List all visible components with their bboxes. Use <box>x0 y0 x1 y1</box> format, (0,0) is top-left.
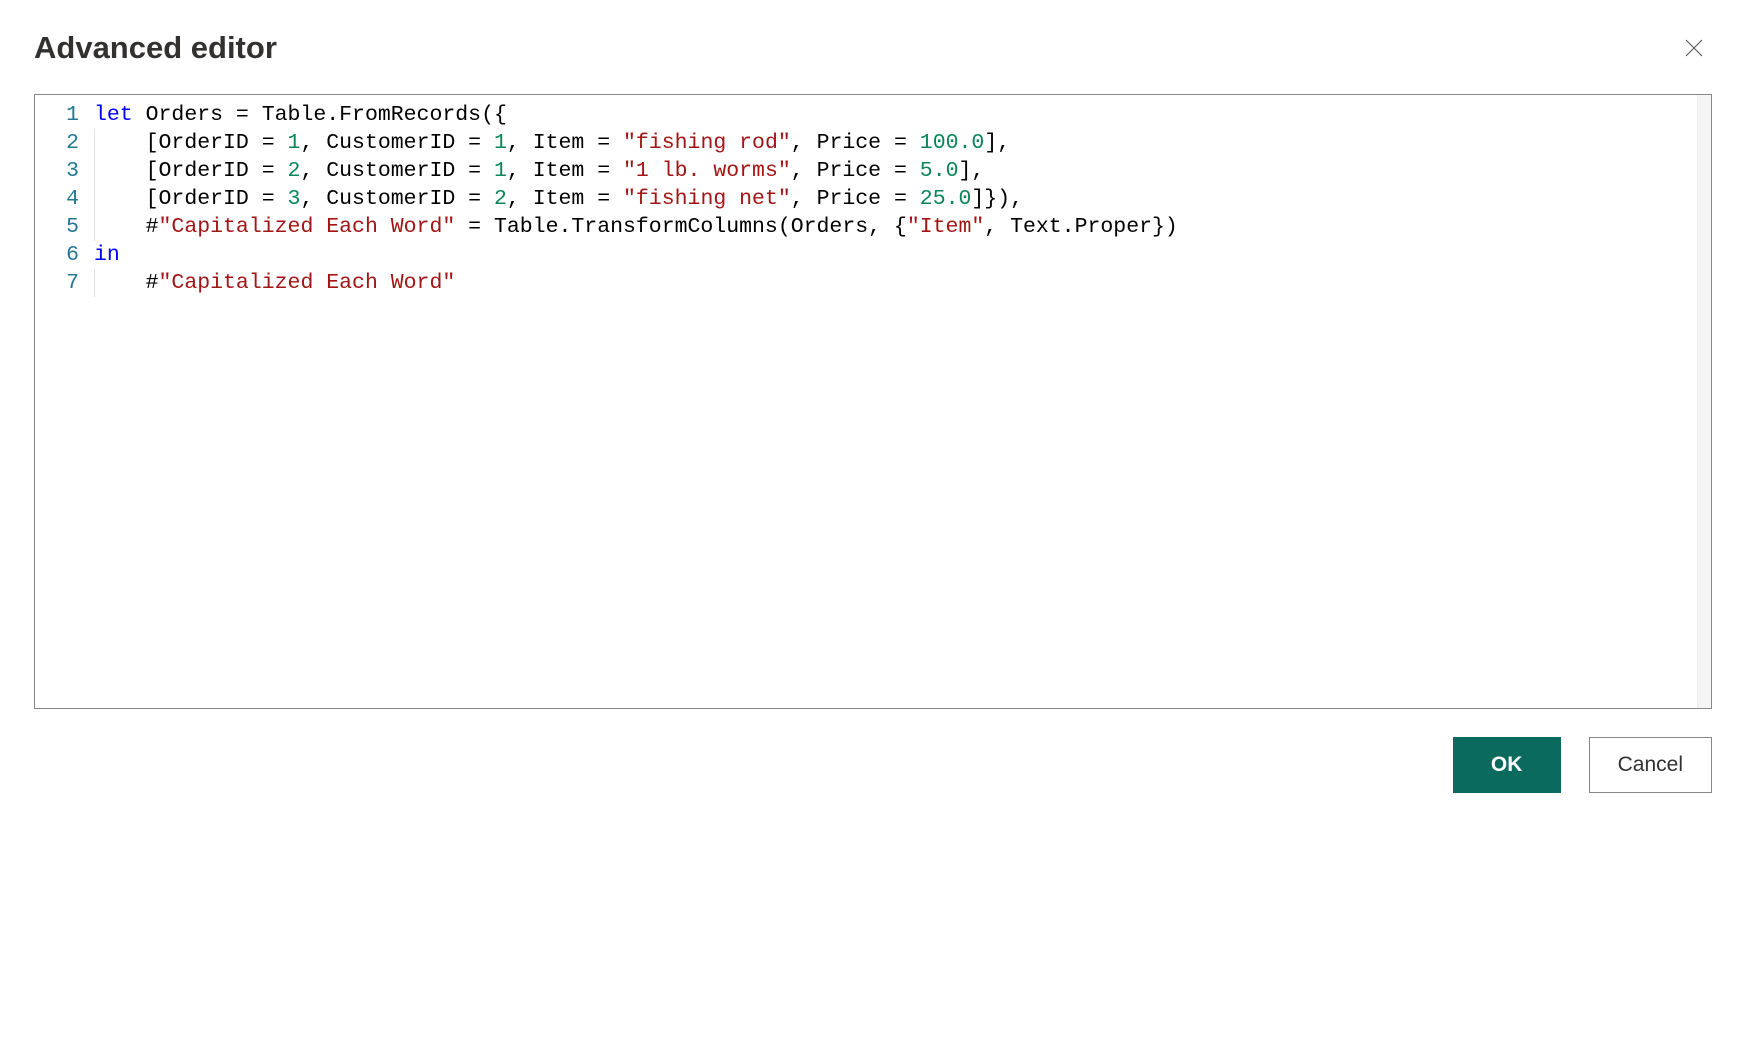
code-token: 100.0 <box>920 131 985 155</box>
code-token: "1 lb. worms" <box>623 159 791 183</box>
editor-scrollbar[interactable] <box>1697 95 1711 708</box>
line-number: 4 <box>35 185 79 213</box>
line-number: 5 <box>35 213 79 241</box>
code-token: ]}), <box>971 187 1023 211</box>
code-token: "Item" <box>907 215 984 239</box>
indent-guide <box>94 185 95 213</box>
code-token: "fishing net" <box>623 187 791 211</box>
code-line[interactable]: let Orders = Table.FromRecords({ <box>94 101 1711 129</box>
indent-guide <box>94 157 95 185</box>
code-area[interactable]: let Orders = Table.FromRecords({ [OrderI… <box>93 101 1711 708</box>
code-token: , Price = <box>791 159 920 183</box>
code-token: , CustomerID = <box>300 187 494 211</box>
close-button[interactable] <box>1676 30 1712 66</box>
code-token: let <box>94 103 146 127</box>
code-token: [OrderID = <box>146 159 288 183</box>
code-line[interactable]: [OrderID = 3, CustomerID = 2, Item = "fi… <box>94 185 1711 213</box>
indent-guide <box>94 213 95 241</box>
code-token: = Table.TransformColumns(Orders, { <box>455 215 907 239</box>
code-token: 5.0 <box>920 159 959 183</box>
code-token: ], <box>959 159 985 183</box>
code-token: [OrderID = <box>146 187 288 211</box>
code-token: 3 <box>288 187 301 211</box>
dialog-header: Advanced editor <box>34 30 1712 66</box>
code-line[interactable]: [OrderID = 2, CustomerID = 1, Item = "1 … <box>94 157 1711 185</box>
code-token: , Text.Proper}) <box>984 215 1178 239</box>
cancel-button[interactable]: Cancel <box>1589 737 1712 793</box>
code-line[interactable]: #"Capitalized Each Word" <box>94 269 1711 297</box>
code-token: [OrderID = <box>146 131 288 155</box>
code-token: "Capitalized Each Word" <box>159 271 456 295</box>
indent-guide <box>94 269 95 297</box>
code-token: "fishing rod" <box>623 131 791 155</box>
code-token: ], <box>984 131 1010 155</box>
code-token: in <box>94 243 120 267</box>
code-token: # <box>146 215 159 239</box>
code-token: 1 <box>494 159 507 183</box>
code-token: 2 <box>288 159 301 183</box>
code-token: Orders = Table.FromRecords({ <box>146 103 507 127</box>
code-line[interactable]: #"Capitalized Each Word" = Table.Transfo… <box>94 213 1711 241</box>
line-number: 3 <box>35 157 79 185</box>
code-token: , Item = <box>507 187 623 211</box>
line-number: 6 <box>35 241 79 269</box>
indent-guide <box>94 129 95 157</box>
code-token: , Item = <box>507 131 623 155</box>
dialog-buttons: OK Cancel <box>34 737 1712 793</box>
code-token: , Price = <box>791 187 920 211</box>
dialog-title: Advanced editor <box>34 30 277 66</box>
line-number-gutter: 1234567 <box>35 101 93 708</box>
code-line[interactable]: [OrderID = 1, CustomerID = 1, Item = "fi… <box>94 129 1711 157</box>
close-icon <box>1684 38 1704 58</box>
line-number: 7 <box>35 269 79 297</box>
line-number: 2 <box>35 129 79 157</box>
code-token: , CustomerID = <box>300 159 494 183</box>
code-token: 1 <box>288 131 301 155</box>
code-token: 2 <box>494 187 507 211</box>
code-token: 25.0 <box>920 187 972 211</box>
line-number: 1 <box>35 101 79 129</box>
code-token: "Capitalized Each Word" <box>159 215 456 239</box>
code-token: # <box>146 271 159 295</box>
code-token: , Item = <box>507 159 623 183</box>
code-token: 1 <box>494 131 507 155</box>
code-editor[interactable]: 1234567 let Orders = Table.FromRecords({… <box>34 94 1712 709</box>
code-token: , CustomerID = <box>300 131 494 155</box>
code-token: , Price = <box>791 131 920 155</box>
code-line[interactable]: in <box>94 241 1711 269</box>
ok-button[interactable]: OK <box>1453 737 1561 793</box>
